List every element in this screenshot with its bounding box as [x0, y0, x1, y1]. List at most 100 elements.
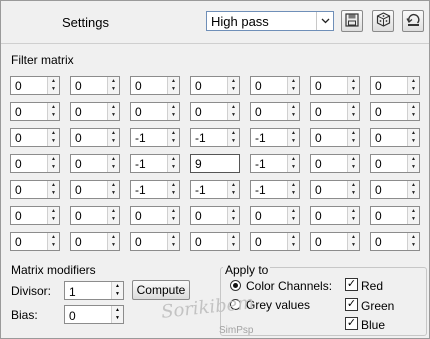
spin-arrows-icon[interactable]: ▲ ▼ [107, 181, 119, 198]
spin-arrows-icon[interactable]: ▲ ▼ [287, 129, 299, 146]
spin-arrows-icon[interactable]: ▲ ▼ [287, 103, 299, 120]
matrix-cell[interactable]: -1 ▲ ▼ [130, 128, 180, 147]
matrix-cell[interactable]: 9 [190, 154, 240, 173]
spin-arrows-icon[interactable]: ▲ ▼ [47, 103, 59, 120]
matrix-cell[interactable]: 0 ▲ ▼ [250, 206, 300, 225]
spin-arrows-icon[interactable]: ▲ ▼ [107, 207, 119, 224]
spin-arrows-icon[interactable]: ▲ ▼ [167, 207, 179, 224]
chevron-down-icon[interactable] [316, 12, 333, 30]
matrix-cell[interactable]: -1 ▲ ▼ [130, 154, 180, 173]
spin-arrows-icon[interactable]: ▲ ▼ [47, 233, 59, 250]
matrix-cell[interactable]: 0 ▲ ▼ [70, 206, 120, 225]
spin-arrows-icon[interactable]: ▲ ▼ [47, 77, 59, 94]
spin-arrows-icon[interactable]: ▲ ▼ [347, 103, 359, 120]
matrix-cell[interactable]: 0 ▲ ▼ [70, 180, 120, 199]
matrix-cell[interactable]: 0 ▲ ▼ [70, 102, 120, 121]
divisor-stepper[interactable]: 1 ▲ ▼ [64, 281, 124, 300]
spin-arrows-icon[interactable]: ▲ ▼ [227, 181, 239, 198]
matrix-cell[interactable]: 0 ▲ ▼ [310, 154, 360, 173]
matrix-cell[interactable]: -1 ▲ ▼ [250, 180, 300, 199]
spin-arrows-icon[interactable]: ▲ ▼ [167, 77, 179, 94]
matrix-cell[interactable]: 0 ▲ ▼ [10, 76, 60, 95]
matrix-cell[interactable]: 0 ▲ ▼ [10, 206, 60, 225]
spin-arrows-icon[interactable]: ▲ ▼ [227, 103, 239, 120]
spin-arrows-icon[interactable]: ▲ ▼ [47, 207, 59, 224]
spin-arrows-icon[interactable]: ▲ ▼ [347, 155, 359, 172]
matrix-cell[interactable]: 0 ▲ ▼ [310, 76, 360, 95]
matrix-cell[interactable]: 0 ▲ ▼ [370, 154, 420, 173]
matrix-cell[interactable]: 0 ▲ ▼ [130, 102, 180, 121]
spin-arrows-icon[interactable]: ▲ ▼ [167, 233, 179, 250]
spin-arrows-icon[interactable]: ▲ ▼ [167, 129, 179, 146]
matrix-cell[interactable]: 0 ▲ ▼ [190, 102, 240, 121]
matrix-cell[interactable]: 0 ▲ ▼ [250, 102, 300, 121]
reset-button[interactable] [402, 10, 424, 32]
matrix-cell[interactable]: 0 ▲ ▼ [310, 232, 360, 251]
matrix-cell[interactable]: 0 ▲ ▼ [310, 102, 360, 121]
matrix-cell[interactable]: 0 ▲ ▼ [250, 76, 300, 95]
matrix-cell[interactable]: 0 ▲ ▼ [10, 128, 60, 147]
matrix-cell[interactable]: -1 ▲ ▼ [190, 128, 240, 147]
matrix-cell[interactable]: 0 ▲ ▼ [70, 76, 120, 95]
save-preset-button[interactable] [341, 10, 363, 32]
matrix-cell[interactable]: 0 ▲ ▼ [130, 232, 180, 251]
matrix-cell[interactable]: 0 ▲ ▼ [370, 128, 420, 147]
spin-arrows-icon[interactable]: ▲ ▼ [347, 233, 359, 250]
matrix-cell[interactable]: 0 ▲ ▼ [310, 128, 360, 147]
matrix-cell[interactable]: 0 ▲ ▼ [70, 128, 120, 147]
spin-arrows-icon[interactable]: ▲ ▼ [347, 207, 359, 224]
spin-arrows-icon[interactable]: ▲ ▼ [227, 129, 239, 146]
matrix-cell[interactable]: -1 ▲ ▼ [250, 128, 300, 147]
matrix-cell[interactable]: 0 ▲ ▼ [370, 180, 420, 199]
spin-arrows-icon[interactable]: ▲ ▼ [407, 77, 419, 94]
spin-arrows-icon[interactable]: ▲ ▼ [287, 233, 299, 250]
matrix-cell[interactable]: 0 ▲ ▼ [190, 76, 240, 95]
spin-arrows-icon[interactable]: ▲ ▼ [107, 155, 119, 172]
matrix-cell[interactable]: 0 ▲ ▼ [190, 206, 240, 225]
spin-arrows-icon[interactable]: ▲ ▼ [107, 233, 119, 250]
matrix-cell[interactable]: 0 ▲ ▼ [10, 154, 60, 173]
spin-arrows-icon[interactable]: ▲ ▼ [47, 181, 59, 198]
spin-arrows-icon[interactable]: ▲ ▼ [167, 181, 179, 198]
randomize-button[interactable] [372, 10, 394, 32]
matrix-cell[interactable]: 0 ▲ ▼ [130, 206, 180, 225]
spin-arrows-icon[interactable]: ▲ ▼ [407, 155, 419, 172]
green-checkbox[interactable]: ✓ [345, 298, 358, 311]
spin-arrows-icon[interactable]: ▲ ▼ [407, 181, 419, 198]
matrix-cell[interactable]: 0 ▲ ▼ [10, 102, 60, 121]
spin-arrows-icon[interactable]: ▲ ▼ [347, 181, 359, 198]
matrix-cell[interactable]: 0 ▲ ▼ [130, 76, 180, 95]
spin-arrows-icon[interactable]: ▲ ▼ [407, 233, 419, 250]
matrix-cell[interactable]: -1 ▲ ▼ [190, 180, 240, 199]
blue-checkbox[interactable]: ✓ [345, 317, 358, 330]
matrix-cell[interactable]: -1 ▲ ▼ [250, 154, 300, 173]
matrix-cell[interactable]: 0 ▲ ▼ [370, 76, 420, 95]
matrix-cell[interactable]: 0 ▲ ▼ [10, 232, 60, 251]
matrix-cell[interactable]: 0 ▲ ▼ [70, 154, 120, 173]
spin-arrows-icon[interactable]: ▲ ▼ [47, 155, 59, 172]
spin-arrows-icon[interactable]: ▲ ▼ [227, 233, 239, 250]
spin-arrows-icon[interactable]: ▲ ▼ [407, 207, 419, 224]
matrix-cell[interactable]: 0 ▲ ▼ [370, 232, 420, 251]
compute-button[interactable]: Compute [132, 280, 190, 300]
bias-spin-icon[interactable]: ▲ ▼ [111, 306, 123, 323]
spin-arrows-icon[interactable]: ▲ ▼ [47, 129, 59, 146]
matrix-cell[interactable]: -1 ▲ ▼ [130, 180, 180, 199]
red-checkbox[interactable]: ✓ [345, 278, 358, 291]
divisor-spin-icon[interactable]: ▲ ▼ [111, 282, 123, 299]
spin-arrows-icon[interactable]: ▲ ▼ [287, 77, 299, 94]
spin-arrows-icon[interactable]: ▲ ▼ [107, 103, 119, 120]
spin-arrows-icon[interactable]: ▲ ▼ [407, 129, 419, 146]
matrix-cell[interactable]: 0 ▲ ▼ [190, 232, 240, 251]
spin-arrows-icon[interactable]: ▲ ▼ [407, 103, 419, 120]
spin-arrows-icon[interactable]: ▲ ▼ [287, 207, 299, 224]
preset-dropdown[interactable]: High pass [206, 11, 334, 31]
matrix-cell[interactable]: 0 ▲ ▼ [370, 102, 420, 121]
matrix-cell[interactable]: 0 ▲ ▼ [10, 180, 60, 199]
matrix-cell[interactable]: 0 ▲ ▼ [250, 232, 300, 251]
spin-arrows-icon[interactable]: ▲ ▼ [347, 77, 359, 94]
matrix-cell[interactable]: 0 ▲ ▼ [70, 232, 120, 251]
matrix-cell[interactable]: 0 ▲ ▼ [310, 206, 360, 225]
spin-arrows-icon[interactable]: ▲ ▼ [287, 155, 299, 172]
spin-arrows-icon[interactable]: ▲ ▼ [347, 129, 359, 146]
